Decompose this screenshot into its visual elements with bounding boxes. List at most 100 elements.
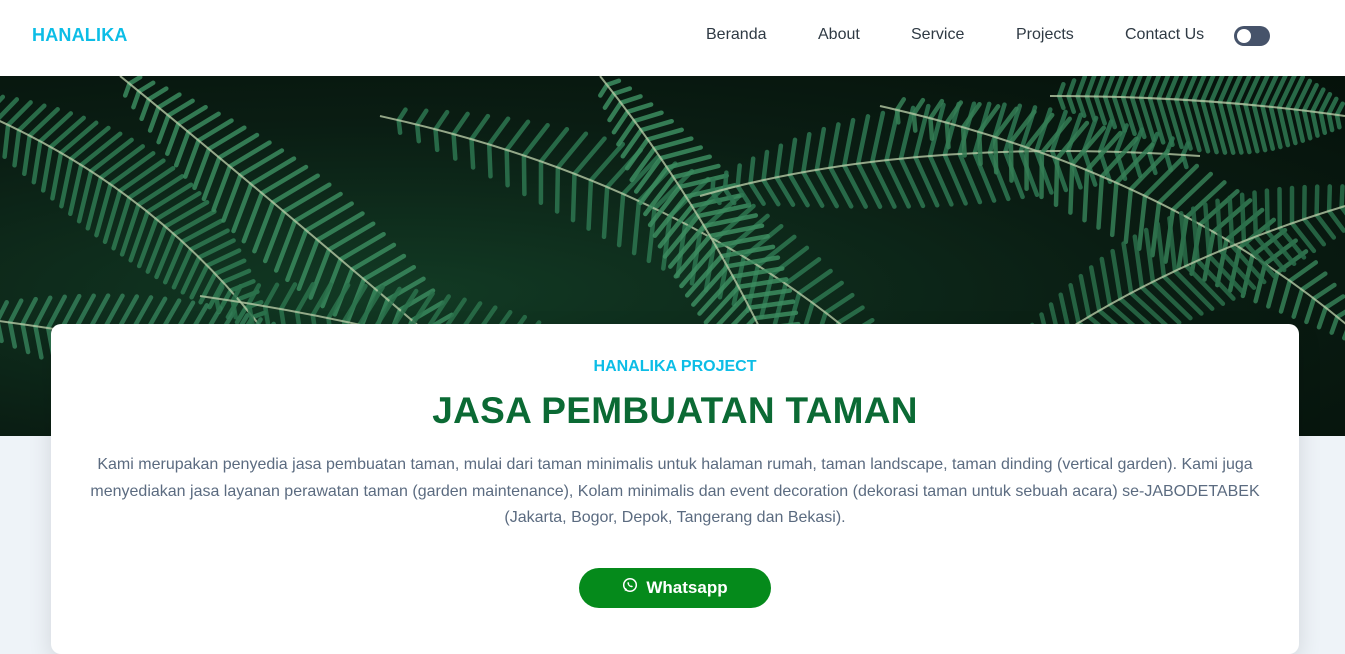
fern-leaflet xyxy=(1158,224,1164,276)
fern-leaflet xyxy=(1281,281,1290,312)
fern-leaflet xyxy=(454,114,468,134)
fern-leaflet xyxy=(40,113,71,141)
fern-leaflet xyxy=(628,105,651,112)
fern-leaflet xyxy=(654,139,691,149)
fern-leaflet xyxy=(604,187,607,237)
fern-leaflet xyxy=(1113,251,1121,299)
fern-leaflet xyxy=(168,101,192,116)
fern-leaflet xyxy=(417,125,419,142)
fern-leaflet xyxy=(10,322,15,346)
fern-leaflet xyxy=(674,166,719,177)
fern-leaflet xyxy=(91,140,132,171)
fern-leaflet xyxy=(1071,285,1079,323)
fern-leaflet xyxy=(174,212,214,235)
fern-leaflet xyxy=(750,302,794,308)
fern-leaflet xyxy=(1205,204,1209,255)
fern-leaflet xyxy=(1288,109,1296,143)
fern-leaflet xyxy=(43,147,51,190)
whatsapp-icon xyxy=(622,577,638,593)
fern-leaflet xyxy=(295,194,341,221)
fern-leaflet xyxy=(142,99,149,118)
fern-leaflet xyxy=(1317,187,1318,215)
fern-leaflet xyxy=(826,295,853,313)
fern-leaflet xyxy=(1087,76,1095,96)
fern-leaflet xyxy=(1139,196,1145,249)
fern-leaflet xyxy=(157,193,200,219)
fern-leaflet xyxy=(1011,142,1012,181)
fern-leaflet xyxy=(284,185,329,212)
theme-toggle[interactable] xyxy=(1234,26,1270,46)
fern-leaflet xyxy=(1296,110,1303,141)
fern-leaflet xyxy=(1112,183,1116,235)
fern-leaflet xyxy=(253,313,265,317)
nav-item-about[interactable]: About xyxy=(818,26,860,44)
fern-leaflet xyxy=(61,159,71,206)
fern-leaflet xyxy=(507,150,508,185)
fern-leaflet xyxy=(1329,99,1337,114)
fern-leaflet xyxy=(1059,84,1063,96)
fern-leaflet xyxy=(129,168,173,198)
section-eyebrow: HANALIKA PROJECT xyxy=(51,358,1299,376)
nav-item-service[interactable]: Service xyxy=(911,26,964,44)
fern-leaflet xyxy=(1102,259,1110,305)
fern-leaflet xyxy=(70,165,81,214)
fern-leaflet xyxy=(281,284,295,309)
fern-leaflet xyxy=(51,118,84,147)
fern-leaflet xyxy=(1342,186,1343,207)
fern-leaflet xyxy=(0,302,7,320)
fern-leaflet xyxy=(233,301,236,317)
nav-item-projects[interactable]: Projects xyxy=(1016,26,1074,44)
fern-leaflet xyxy=(524,156,525,194)
fern-leaflet xyxy=(101,146,143,177)
fern-leaflet xyxy=(1304,111,1310,139)
fern-leaflet xyxy=(872,113,883,162)
fern-leaflet xyxy=(1069,80,1075,96)
fern-leaflet xyxy=(262,167,306,193)
fern-leaflet xyxy=(777,146,781,178)
fern-leaflet xyxy=(1131,293,1168,327)
fern-leaflet xyxy=(667,157,710,168)
fern-leaflet xyxy=(215,261,244,274)
nav-item-beranda[interactable]: Beranda xyxy=(706,26,767,44)
fern-leaflet xyxy=(830,124,838,167)
fern-leaflet xyxy=(541,129,567,161)
fern-leaflet xyxy=(436,129,438,150)
fern-leaflet xyxy=(1255,193,1256,237)
fern-leaflet xyxy=(454,134,456,159)
fern-leaflet xyxy=(661,148,701,159)
fern-leaflet xyxy=(614,89,630,94)
whatsapp-button-label: Whatsapp xyxy=(646,578,727,598)
fern-leaflet xyxy=(10,301,21,323)
fern-leaflet xyxy=(1070,164,1072,212)
fern-leaflet xyxy=(914,114,916,131)
fern-leaflet xyxy=(1081,276,1089,317)
fern-leaflet xyxy=(195,149,209,188)
fern-leaflet xyxy=(813,283,842,303)
whatsapp-button[interactable]: Whatsapp xyxy=(579,568,771,608)
fern-leaflet xyxy=(1317,215,1334,238)
fern-leaflet xyxy=(963,127,965,155)
fern-leaflet xyxy=(139,176,183,205)
fern-leaflet xyxy=(1314,285,1335,299)
fern-leaflet xyxy=(149,89,167,100)
fern-leaflet xyxy=(524,125,548,155)
fern-leaflet xyxy=(947,123,949,148)
fern-leaflet xyxy=(1078,77,1085,97)
fern-leaflet xyxy=(610,103,621,120)
nav-item-contact-us[interactable]: Contact Us xyxy=(1125,26,1204,44)
fern-leaflet xyxy=(573,174,575,220)
fern-leaflet xyxy=(1342,207,1345,224)
fern-leaflet xyxy=(995,137,996,172)
fern-leaflet xyxy=(265,285,277,306)
fern-leaflet xyxy=(930,118,932,139)
fern-leaflet xyxy=(71,128,108,159)
fern-leaflet xyxy=(901,108,913,159)
fern-leaflet xyxy=(725,173,726,190)
fern-leaflet xyxy=(35,326,41,357)
fern-leaflet xyxy=(417,111,426,125)
fern-leaflet xyxy=(165,202,207,226)
fern-leaflet xyxy=(1124,244,1132,293)
hero-description: Kami merupakan penyedia jasa pembuatan t… xyxy=(81,452,1269,532)
fern-leaflet xyxy=(1166,154,1171,170)
fern-leaflet xyxy=(178,107,205,124)
